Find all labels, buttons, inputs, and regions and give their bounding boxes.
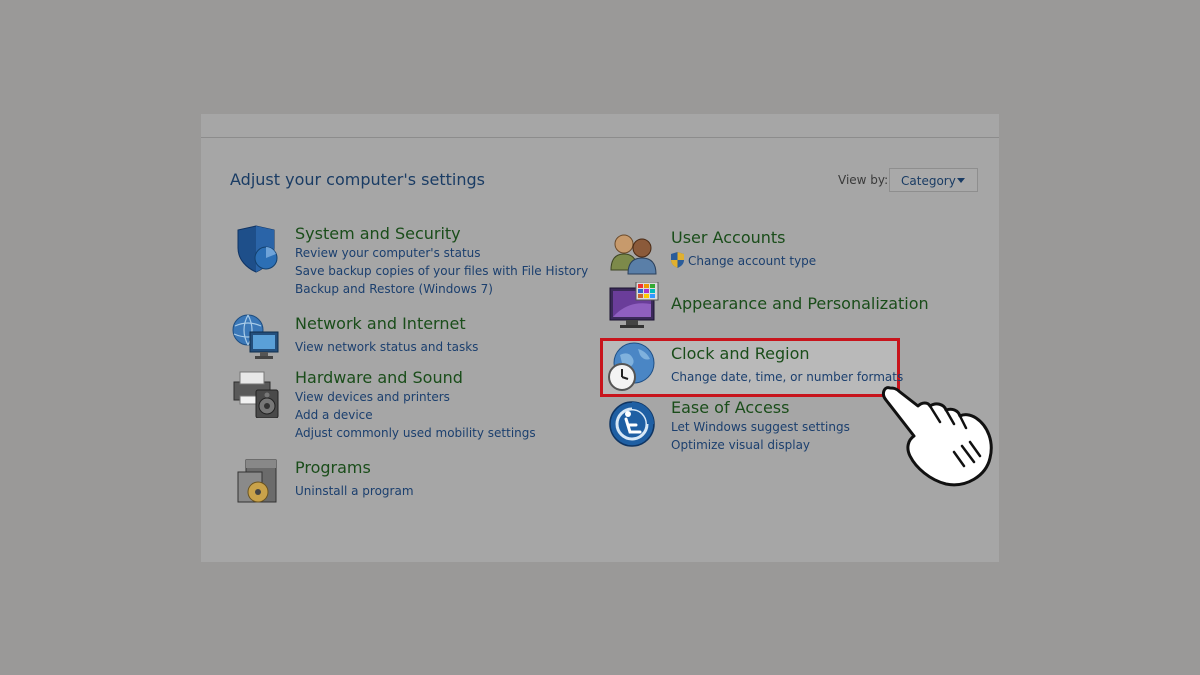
network-internet-title[interactable]: Network and Internet bbox=[295, 314, 466, 333]
programs-title[interactable]: Programs bbox=[295, 458, 371, 477]
devices-printers-link[interactable]: View devices and printers bbox=[295, 390, 450, 404]
view-by-value: Category bbox=[901, 174, 956, 188]
optimize-visual-display-link[interactable]: Optimize visual display bbox=[671, 438, 810, 452]
ease-of-access-icon[interactable] bbox=[608, 398, 660, 450]
monitor-palette-icon[interactable] bbox=[608, 281, 660, 334]
pointing-hand-icon bbox=[878, 372, 1000, 494]
review-status-link[interactable]: Review your computer's status bbox=[295, 246, 481, 260]
view-by-label: View by: bbox=[838, 173, 889, 187]
add-device-link[interactable]: Add a device bbox=[295, 408, 373, 422]
ease-of-access-title[interactable]: Ease of Access bbox=[671, 398, 789, 417]
user-accounts-title[interactable]: User Accounts bbox=[671, 228, 786, 247]
file-history-link[interactable]: Save backup copies of your files with Fi… bbox=[295, 264, 588, 278]
chevron-down-icon bbox=[957, 178, 965, 183]
uninstall-program-link[interactable]: Uninstall a program bbox=[295, 484, 414, 498]
printer-speaker-icon[interactable] bbox=[230, 366, 282, 419]
users-icon[interactable] bbox=[608, 228, 660, 280]
system-security-title[interactable]: System and Security bbox=[295, 224, 461, 243]
shield-icon[interactable] bbox=[232, 224, 284, 276]
network-status-link[interactable]: View network status and tasks bbox=[295, 340, 478, 354]
mobility-settings-link[interactable]: Adjust commonly used mobility settings bbox=[295, 426, 536, 440]
hardware-sound-title[interactable]: Hardware and Sound bbox=[295, 368, 463, 387]
view-by-dropdown[interactable]: Category bbox=[889, 168, 978, 192]
uac-shield-icon bbox=[670, 252, 685, 268]
change-account-type-link[interactable]: Change account type bbox=[688, 254, 816, 268]
programs-icon[interactable] bbox=[232, 456, 284, 508]
appearance-personalization-title[interactable]: Appearance and Personalization bbox=[671, 294, 929, 313]
network-icon[interactable] bbox=[230, 310, 282, 362]
page-heading: Adjust your computer's settings bbox=[230, 170, 485, 189]
windows-suggest-settings-link[interactable]: Let Windows suggest settings bbox=[671, 420, 850, 434]
backup-restore-link[interactable]: Backup and Restore (Windows 7) bbox=[295, 282, 493, 296]
address-bar-area bbox=[201, 114, 999, 138]
globe-clock-icon[interactable] bbox=[606, 341, 658, 393]
clock-region-title[interactable]: Clock and Region bbox=[671, 344, 810, 363]
change-date-time-formats-link[interactable]: Change date, time, or number formats bbox=[671, 370, 903, 384]
